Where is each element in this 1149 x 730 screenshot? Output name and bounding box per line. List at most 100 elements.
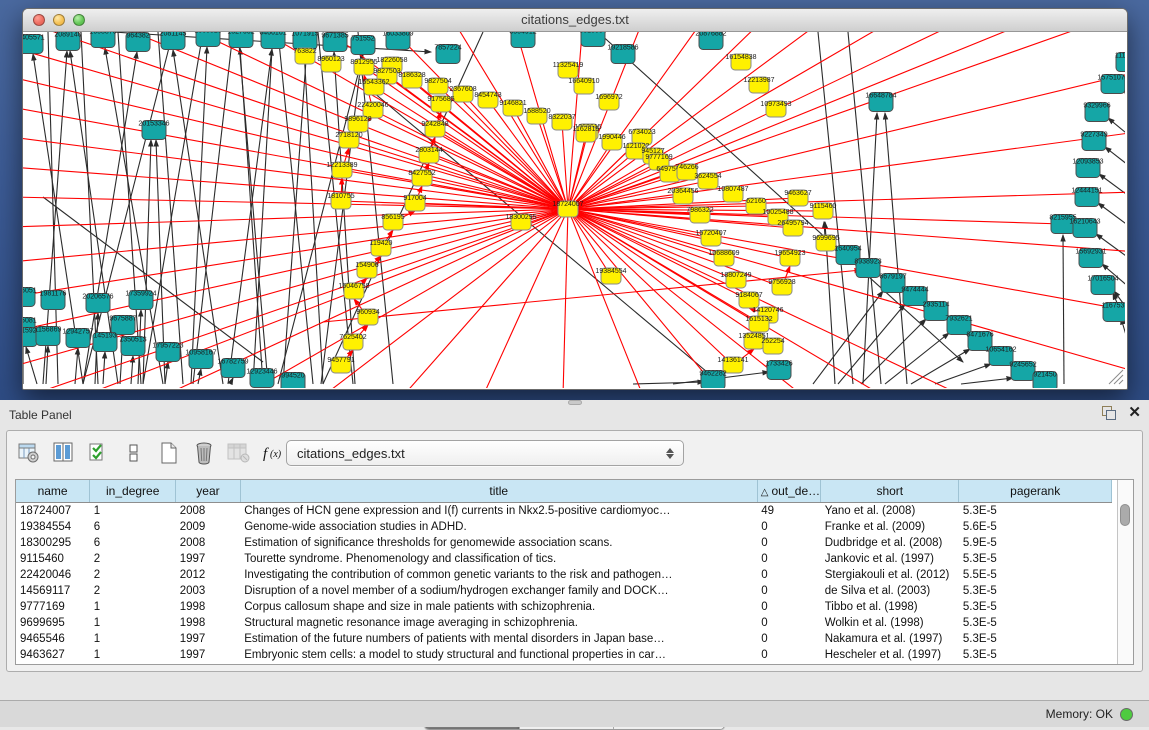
table-cell[interactable]: 1 xyxy=(90,503,176,520)
graph-node[interactable]: 763822 xyxy=(293,48,316,64)
table-row[interactable]: 969969511998Structural magnetic resonanc… xyxy=(16,615,1112,631)
graph-node[interactable]: 12444151 xyxy=(1071,188,1102,207)
graph-node[interactable]: 10688609 xyxy=(708,250,739,266)
graph-node[interactable]: 16648784 xyxy=(865,93,896,112)
table-cell[interactable]: Changes of HCN gene expression and I(f) … xyxy=(240,503,757,520)
create-column-icon[interactable] xyxy=(157,441,181,465)
graph-node[interactable]: 7857224 xyxy=(434,45,461,64)
graph-node[interactable]: 1405571 xyxy=(23,35,45,54)
network-view[interactable]: 1405571208914016033709643822081145106532… xyxy=(23,32,1127,389)
table-cell[interactable]: Wolkin et al. (1998) xyxy=(821,615,959,631)
graph-node[interactable]: 12923446 xyxy=(246,369,277,388)
table-cell[interactable]: 1 xyxy=(90,631,176,647)
column-header-year[interactable]: year xyxy=(176,480,241,503)
table-cell[interactable]: 5.3E-5 xyxy=(959,503,1112,520)
graph-node[interactable]: 16154838 xyxy=(725,54,756,70)
table-row[interactable]: 1872400712008Changes of HCN gene express… xyxy=(16,503,1112,520)
table-cell[interactable]: 6 xyxy=(90,535,176,551)
graph-node[interactable]: 16033809 xyxy=(382,32,413,50)
graph-node[interactable]: 8504912 xyxy=(509,32,536,48)
citation-nodes[interactable]: 1405571208914016033709643822081145106532… xyxy=(23,32,1125,388)
table-cell[interactable]: Nakamura et al. (1997) xyxy=(821,631,959,647)
graph-node[interactable]: 1981176 xyxy=(40,291,67,310)
table-row[interactable]: 1938455462009Genome-wide association stu… xyxy=(16,519,1112,535)
graph-node[interactable]: 20876882 xyxy=(695,32,726,50)
graph-node[interactable]: 9462282 xyxy=(699,371,726,389)
table-cell[interactable]: Disruption of a novel member of a sodium… xyxy=(240,583,757,599)
table-cell[interactable]: Genome-wide association studies in ADHD. xyxy=(240,519,757,535)
table-cell[interactable]: 2009 xyxy=(176,519,241,535)
graph-node[interactable]: 1603370 xyxy=(89,32,116,48)
table-cell[interactable]: 2 xyxy=(90,551,176,567)
graph-node[interactable]: 2718120 xyxy=(335,132,362,148)
graph-node[interactable]: 252254 xyxy=(761,338,784,354)
graph-node[interactable]: 18807249 xyxy=(720,272,751,288)
table-cell[interactable]: 5.3E-5 xyxy=(959,599,1112,615)
graph-node[interactable]: 17957223 xyxy=(152,343,183,362)
graph-node[interactable]: 1350513 xyxy=(119,337,146,356)
graph-node[interactable]: 2089140 xyxy=(54,32,81,51)
graph-node[interactable]: 921450 xyxy=(1033,372,1057,389)
graph-node[interactable]: 1733426 xyxy=(765,361,792,380)
graph-node[interactable]: 9184067 xyxy=(735,292,762,308)
table-cell[interactable]: 5.3E-5 xyxy=(959,583,1112,599)
table-cell[interactable]: Estimation of significance thresholds fo… xyxy=(240,535,757,551)
delete-table-icon[interactable] xyxy=(227,441,251,465)
graph-node[interactable]: 9463627 xyxy=(784,190,811,206)
table-cell[interactable]: 1 xyxy=(90,647,176,663)
graph-node[interactable]: 994520 xyxy=(281,373,305,389)
graph-node[interactable]: 7986322 xyxy=(686,207,713,223)
table-cell[interactable]: 5.5E-5 xyxy=(959,567,1112,583)
row-height-icon[interactable] xyxy=(122,441,146,465)
table-cell[interactable]: 5.9E-5 xyxy=(959,535,1112,551)
table-cell[interactable]: 0 xyxy=(757,535,820,551)
graph-node[interactable]: 1167531 xyxy=(1102,303,1125,322)
table-row[interactable]: 1830029562008Estimation of significance … xyxy=(16,535,1112,551)
table-row[interactable]: 1456911722003Disruption of a novel membe… xyxy=(16,583,1112,599)
node-table[interactable]: name in_degree year title △out_de… short… xyxy=(15,479,1134,665)
table-cell[interactable]: 49 xyxy=(757,503,820,520)
table-cell[interactable]: 1 xyxy=(90,615,176,631)
table-cell[interactable]: 5.3E-5 xyxy=(959,647,1112,663)
table-cell[interactable]: Dudbridge et al. (2008) xyxy=(821,535,959,551)
column-header-short[interactable]: short xyxy=(821,480,959,503)
table-cell[interactable]: 9115460 xyxy=(16,551,90,567)
graph-node[interactable]: 8454743 xyxy=(474,92,501,108)
graph-node[interactable]: 154906 xyxy=(355,262,378,278)
graph-node[interactable]: 2803144 xyxy=(415,147,442,163)
function-builder-icon[interactable]: f(x) xyxy=(262,441,286,465)
graph-node[interactable]: 20153346 xyxy=(138,121,169,140)
graph-node[interactable]: 1696972 xyxy=(595,94,622,110)
graph-node[interactable]: 2616051 xyxy=(23,288,37,307)
table-cell[interactable]: 1997 xyxy=(176,551,241,567)
graph-node[interactable]: 1065328 xyxy=(194,32,221,47)
graph-node[interactable]: 20364456 xyxy=(667,188,698,204)
table-cell[interactable]: 9463627 xyxy=(16,647,90,663)
table-cell[interactable]: 9699695 xyxy=(16,615,90,631)
table-cell[interactable]: 0 xyxy=(757,583,820,599)
column-header-in-degree[interactable]: in_degree xyxy=(90,480,176,503)
graph-node[interactable]: 19654923 xyxy=(774,250,805,266)
float-panel-icon[interactable] xyxy=(1102,406,1116,420)
table-cell[interactable]: 0 xyxy=(757,519,820,535)
table-cell[interactable]: Tibbo et al. (1998) xyxy=(821,599,959,615)
graph-node[interactable]: 8813054 xyxy=(579,32,606,47)
graph-node[interactable]: 917004 xyxy=(403,195,426,211)
graph-node[interactable]: 9827504 xyxy=(424,78,451,94)
show-columns-icon[interactable] xyxy=(52,441,76,465)
table-cell[interactable]: 18724007 xyxy=(16,503,90,520)
graph-node[interactable]: 8427552 xyxy=(408,170,435,186)
select-all-icon[interactable] xyxy=(87,441,111,465)
graph-node[interactable]: 1162815 xyxy=(573,126,600,142)
table-cell[interactable]: Jankovic et al. (1997) xyxy=(821,551,959,567)
graph-node[interactable]: 1615132 xyxy=(745,316,772,332)
graph-node[interactable]: 8322037 xyxy=(548,114,575,130)
graph-node[interactable]: 10958167 xyxy=(185,350,216,369)
graph-node[interactable]: 856195 xyxy=(381,214,404,230)
graph-node[interactable]: 9115460 xyxy=(810,203,837,219)
graph-node[interactable]: 16782759 xyxy=(217,359,248,378)
table-mode-icon[interactable] xyxy=(17,441,41,465)
graph-node[interactable]: 12942757 xyxy=(62,329,93,348)
graph-node[interactable]: 19384554 xyxy=(595,268,626,284)
table-cell[interactable]: 2012 xyxy=(176,567,241,583)
